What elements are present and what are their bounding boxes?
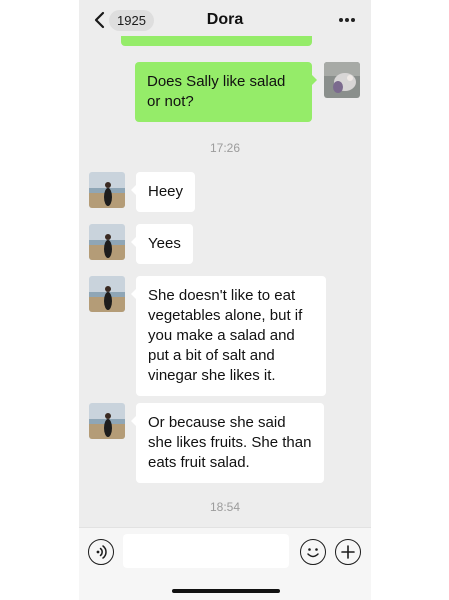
message-input[interactable] — [123, 534, 289, 568]
contact-avatar[interactable] — [89, 276, 125, 312]
plus-icon[interactable] — [335, 539, 361, 565]
message-text: Yees — [148, 235, 181, 252]
timestamp: 17:26 — [209, 141, 241, 155]
received-message-bubble[interactable]: Yees — [131, 224, 193, 264]
home-indicator[interactable] — [172, 589, 280, 593]
message-text: She doesn't like to eat vegetables alone… — [148, 287, 303, 384]
message-text: Heey — [148, 183, 184, 200]
contact-avatar[interactable] — [89, 403, 125, 439]
sent-message-bubble[interactable]: Does Sally like salad or not? — [135, 62, 317, 122]
message-text: Or because she said she likes fruits. Sh… — [148, 414, 312, 471]
received-message-bubble[interactable]: Or because she said she likes fruits. Sh… — [131, 403, 324, 483]
back-chevron-icon[interactable] — [93, 10, 107, 30]
unread-count-badge[interactable]: 1925 — [109, 10, 154, 31]
received-message-bubble[interactable]: Heey — [130, 172, 196, 212]
received-message-bubble[interactable]: She doesn't like to eat vegetables alone… — [131, 276, 326, 396]
timestamp: 18:54 — [209, 500, 241, 514]
message-text: Does Sally like salad or not? — [147, 73, 286, 110]
chat-header: 1925 Dora — [79, 0, 371, 40]
composer-bar — [79, 527, 371, 600]
chat-title: Dora — [206, 11, 244, 28]
contact-avatar[interactable] — [89, 224, 125, 260]
emoji-icon[interactable] — [300, 539, 326, 565]
voice-icon[interactable] — [88, 539, 114, 565]
my-avatar[interactable] — [324, 62, 360, 98]
previous-message-bubble — [121, 36, 312, 46]
more-dots-icon[interactable] — [337, 14, 357, 26]
contact-avatar[interactable] — [89, 172, 125, 208]
chat-screen: 1925 Dora Does Sally like salad or not? … — [79, 0, 371, 600]
